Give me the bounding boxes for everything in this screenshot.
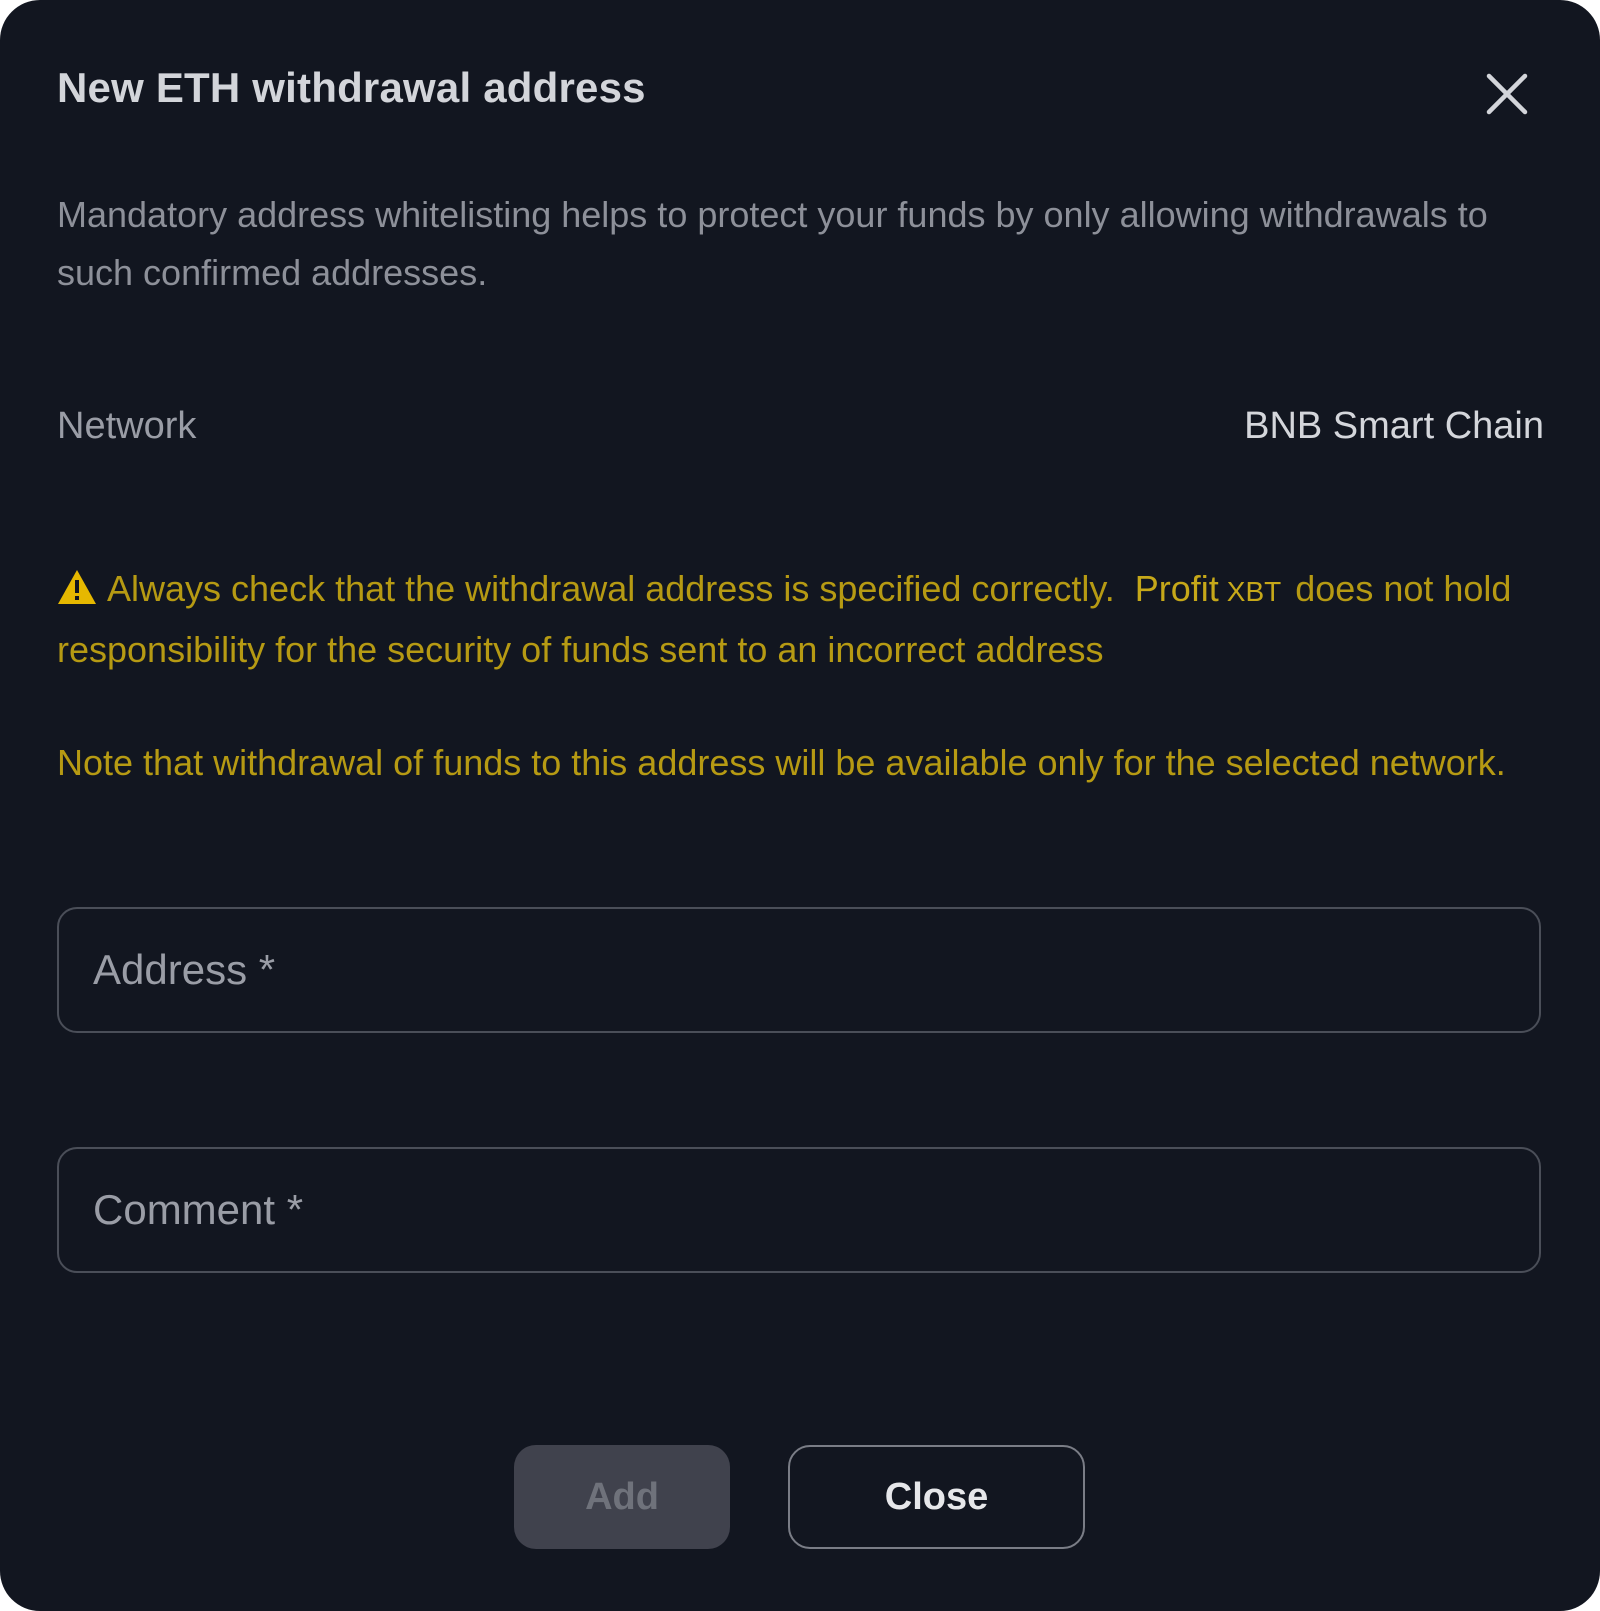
- brand-suffix: XBT: [1226, 576, 1282, 607]
- address-field[interactable]: [57, 907, 1541, 1033]
- add-button[interactable]: Add: [514, 1445, 730, 1549]
- network-value: BNB Smart Chain: [1244, 405, 1544, 447]
- network-note: Note that withdrawal of funds to this ad…: [57, 742, 1506, 783]
- comment-field[interactable]: [57, 1147, 1541, 1273]
- warning-icon: [57, 564, 97, 604]
- warning-text-before: Always check that the withdrawal address…: [107, 568, 1115, 609]
- comment-input[interactable]: [59, 1149, 1539, 1271]
- dialog-title: New ETH withdrawal address: [57, 64, 646, 111]
- close-button[interactable]: Close: [788, 1445, 1085, 1549]
- address-input[interactable]: [59, 909, 1539, 1031]
- close-icon[interactable]: [1483, 70, 1531, 118]
- network-label: Network: [57, 405, 197, 447]
- warning-message: Always check that the withdrawal address…: [57, 560, 1547, 679]
- dialog-description: Mandatory address whitelisting helps to …: [57, 194, 1488, 293]
- brand-name: Profit: [1134, 568, 1219, 609]
- withdrawal-address-dialog: New ETH withdrawal address Mandatory add…: [0, 0, 1600, 1611]
